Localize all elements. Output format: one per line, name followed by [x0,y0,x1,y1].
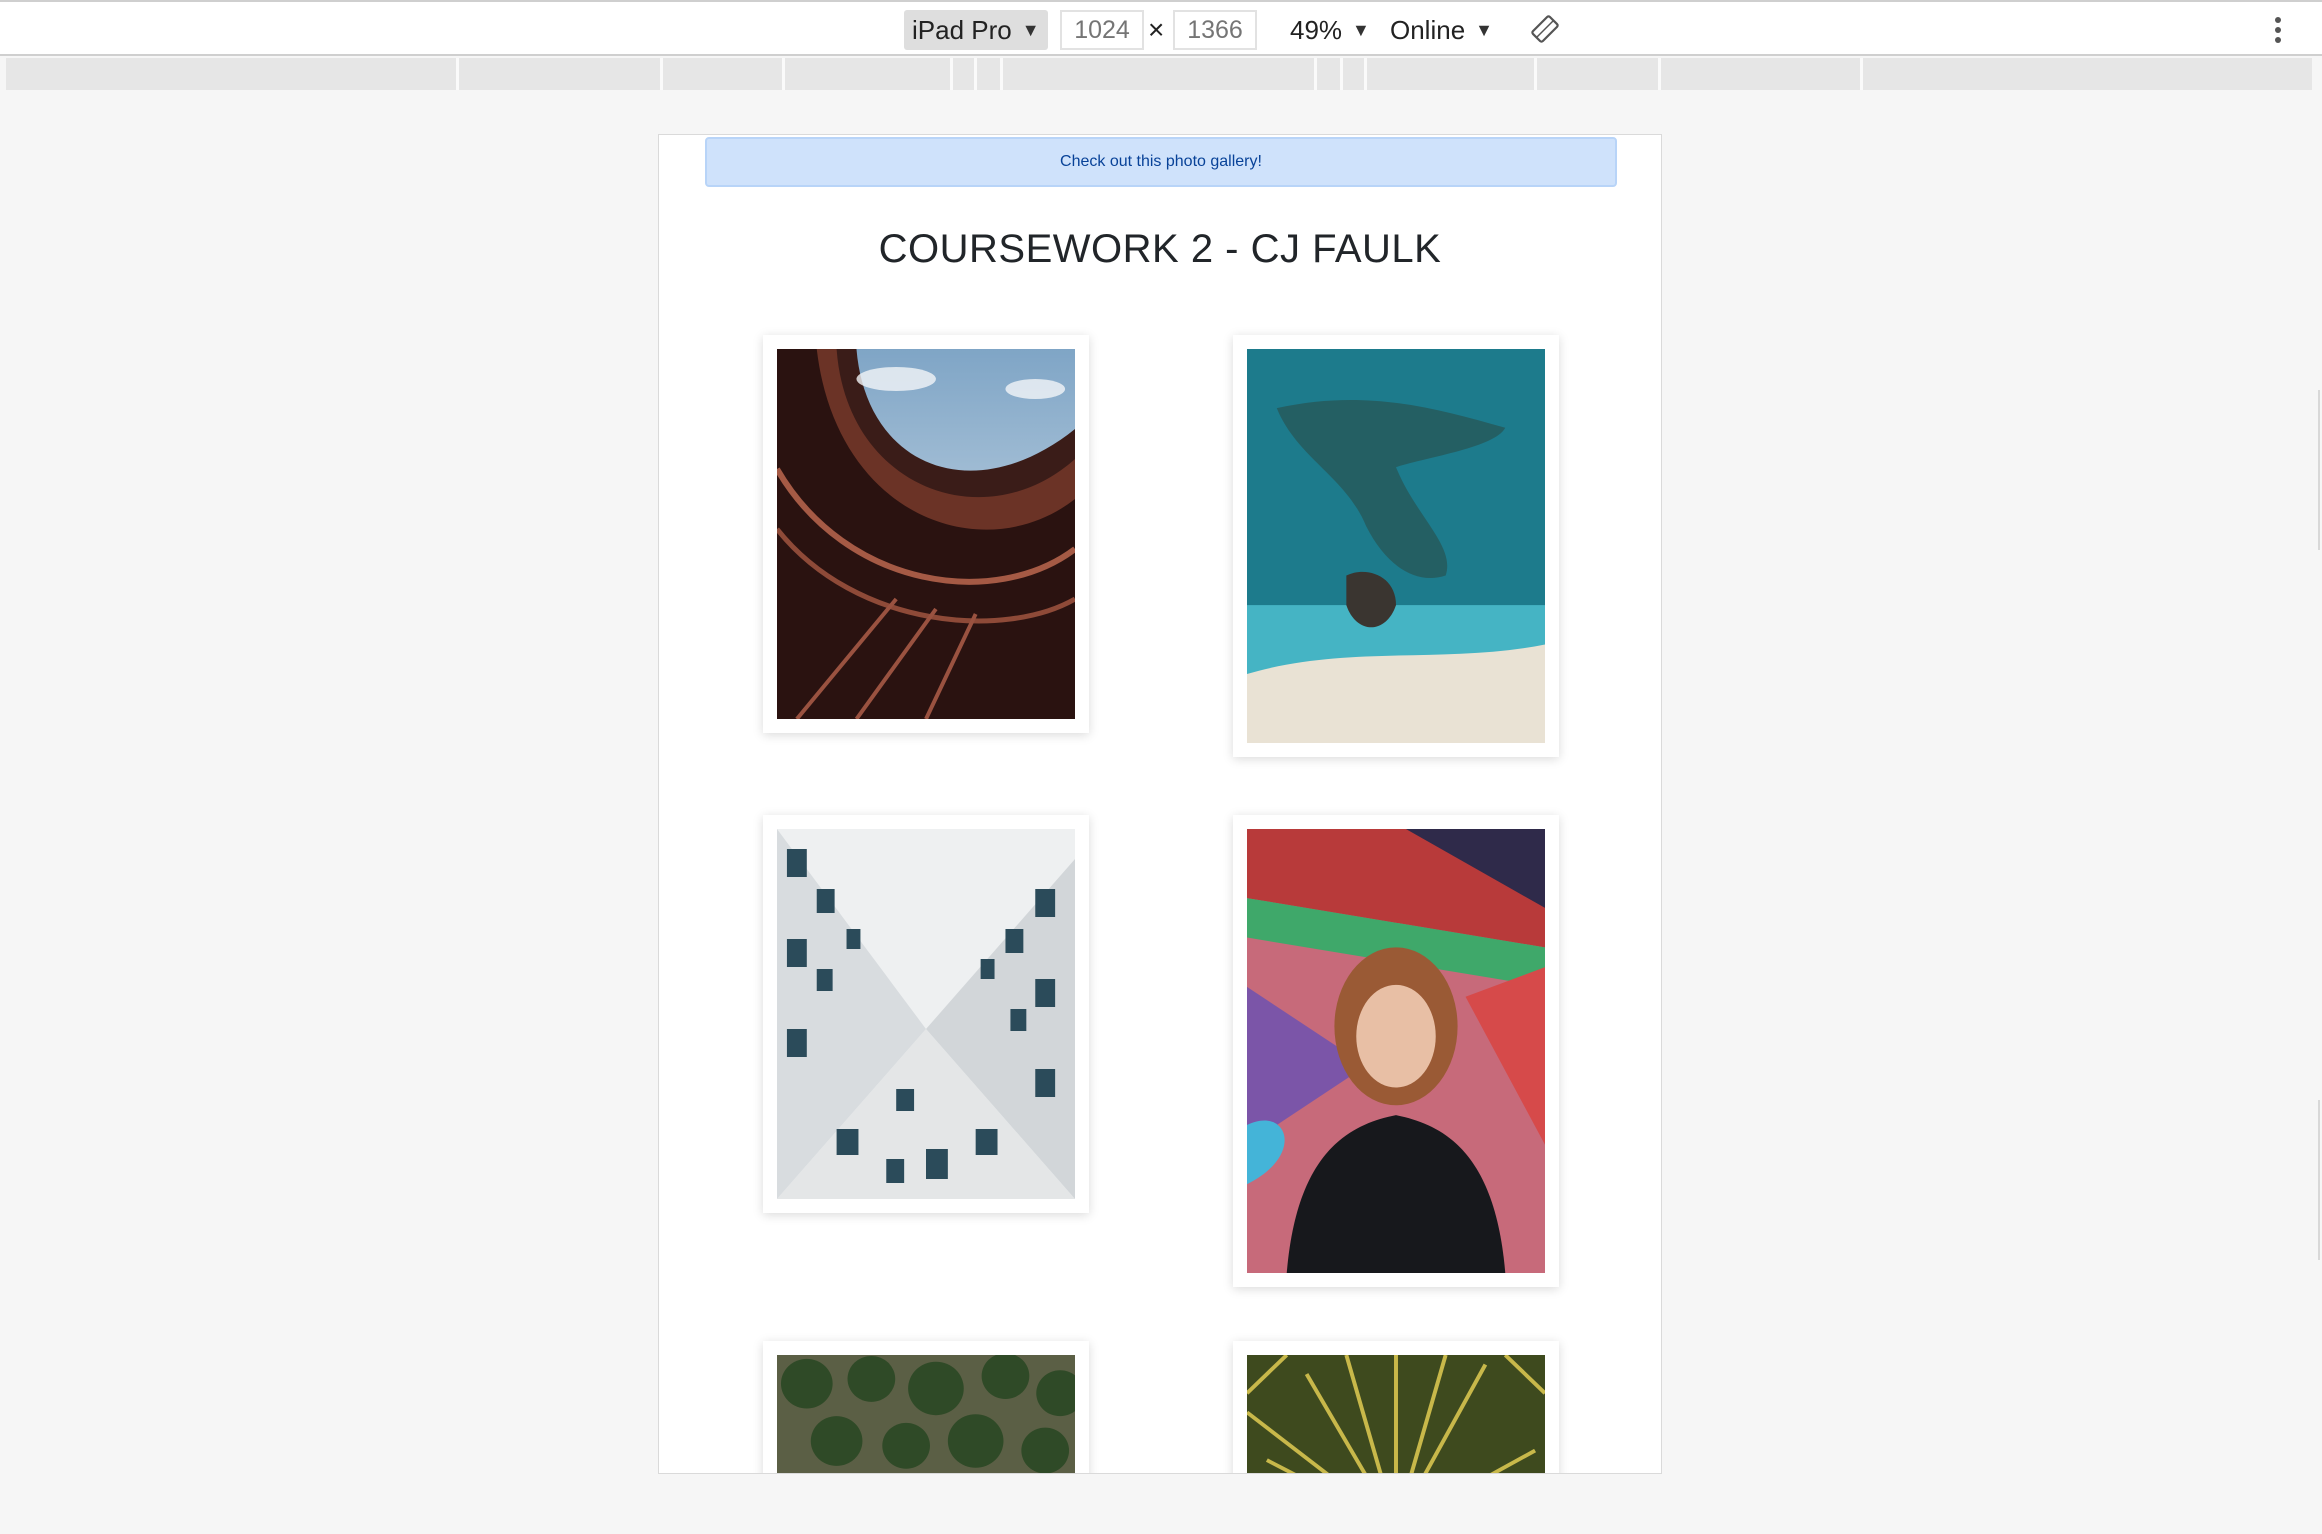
media-query-marker [1340,58,1343,90]
media-query-marker [456,58,459,90]
media-query-marker [1534,58,1537,90]
gallery-card[interactable] [763,1341,1089,1473]
page-title: COURSEWORK 2 - CJ FAULK [878,227,1442,271]
media-query-marker [974,58,977,90]
media-query-marker [1314,58,1317,90]
info-alert: Check out this photo gallery! [705,137,1617,187]
scroll-gutter [2318,1100,2320,1260]
aerial-coast-photo-icon [1247,349,1545,743]
media-query-marker [1000,58,1003,90]
chevron-down-icon: ▼ [1475,19,1493,40]
media-query-marker [660,58,663,90]
height-input[interactable] [1173,10,1257,50]
chevron-down-icon: ▼ [1021,19,1040,40]
device-select-label: iPad Pro [912,14,1012,45]
gallery-card[interactable] [1233,815,1559,1287]
zoom-select[interactable]: 49% ▼ [1290,10,1370,50]
emulated-viewport: Check out this photo gallery! COURSEWORK… [658,134,1662,1474]
zoom-label: 49% [1290,14,1343,45]
rotate-icon[interactable] [1530,14,1560,44]
width-input[interactable] [1060,10,1144,50]
chevron-down-icon: ▼ [1352,19,1370,40]
media-query-marker [1364,58,1367,90]
gallery-card[interactable] [1233,1341,1559,1473]
media-query-marker [950,58,953,90]
gallery-card[interactable] [763,815,1089,1213]
media-query-marker [1860,58,1863,90]
gallery-card[interactable] [763,335,1089,733]
gallery-card[interactable] [1233,335,1559,757]
media-query-bar[interactable] [6,58,2312,90]
device-toolbar: iPad Pro ▼ × 49% ▼ Online ▼ [0,0,2322,56]
network-label: Online [1390,14,1466,45]
palm-trees-aerial-photo-icon [777,1355,1075,1473]
media-query-marker [1658,58,1661,90]
dimension-separator: × [1148,14,1165,45]
building-courtyard-photo-icon [777,829,1075,1199]
network-throttle-select[interactable]: Online ▼ [1390,10,1493,50]
plant-closeup-photo-icon [1247,1355,1545,1473]
media-query-marker [782,58,785,90]
portrait-graffiti-photo-icon [1247,829,1545,1273]
device-select[interactable]: iPad Pro ▼ [904,10,1048,50]
curved-building-photo-icon [777,349,1075,719]
scroll-gutter [2318,390,2320,550]
more-options-icon[interactable] [2268,14,2288,46]
